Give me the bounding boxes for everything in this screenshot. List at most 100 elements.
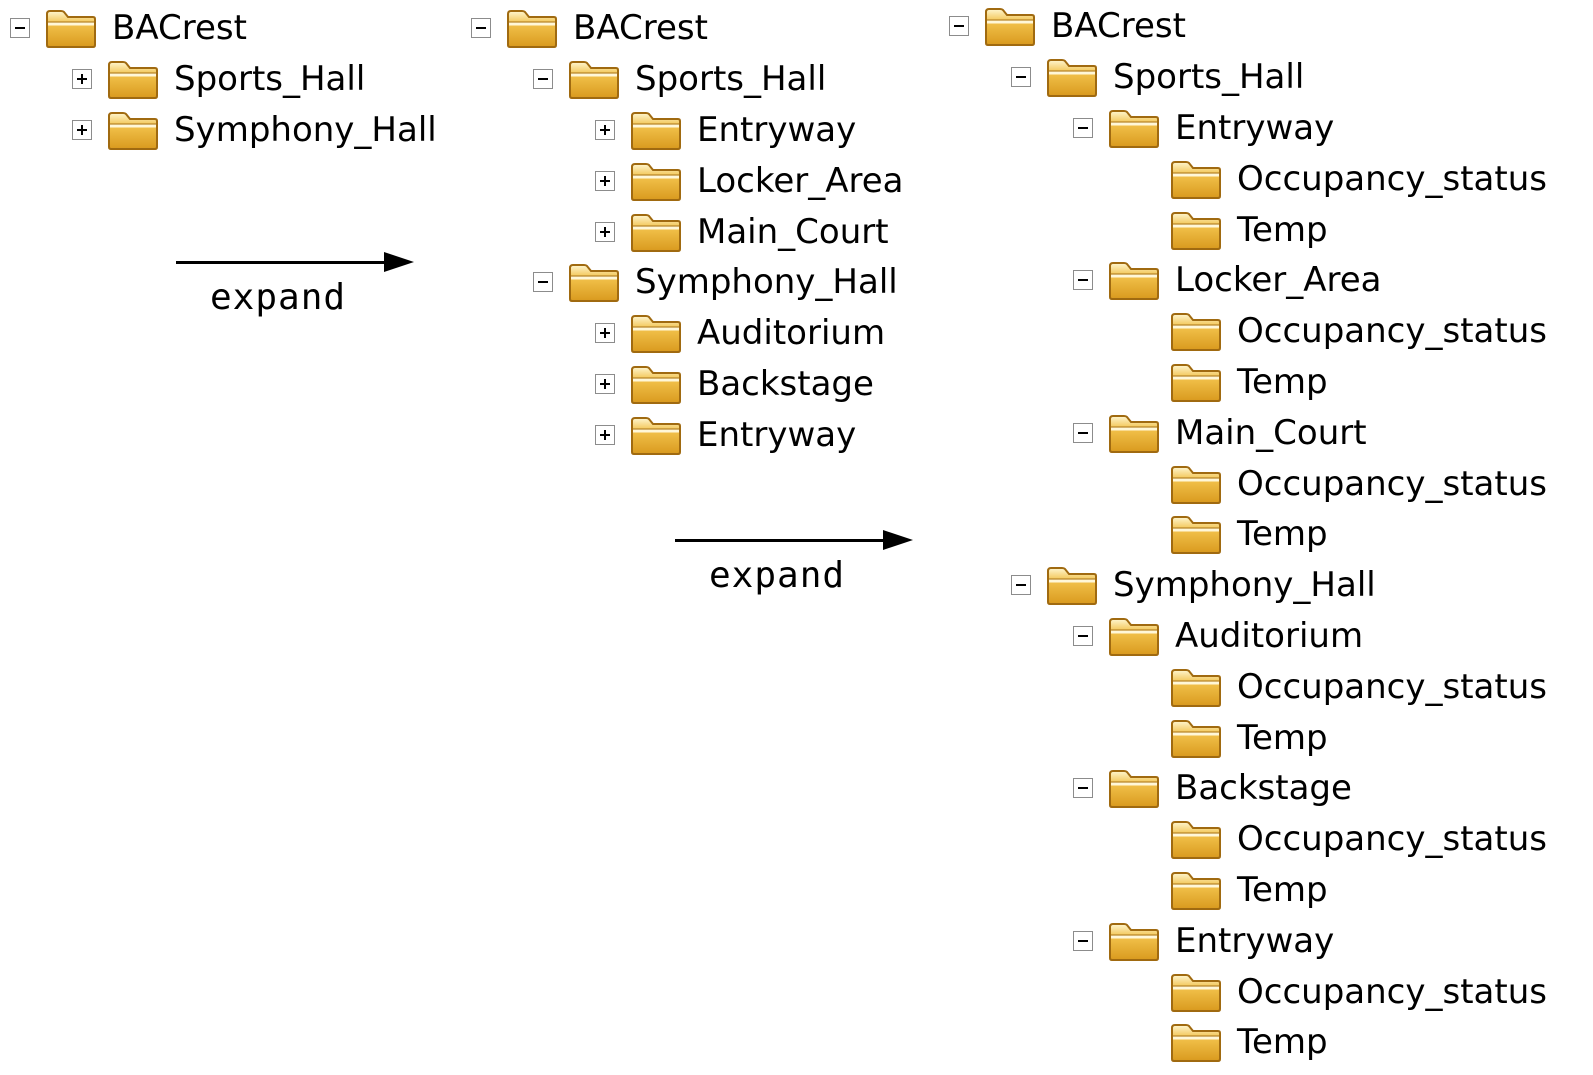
tree-node[interactable]: Sports_Hall <box>949 52 1547 103</box>
toggle-spacer <box>1135 982 1155 1002</box>
tree-node-label: BACrest <box>1051 6 1186 47</box>
tree-node[interactable]: Entryway <box>471 105 903 156</box>
plus-box-icon[interactable] <box>595 170 615 191</box>
folder-icon <box>1171 465 1221 504</box>
folder-icon <box>507 10 557 49</box>
tree-node-label: Temp <box>1237 1022 1328 1063</box>
tree-node-label: Backstage <box>1175 768 1352 809</box>
tree-node-label: Sports_Hall <box>174 59 366 100</box>
tree-node[interactable]: Occupancy_status <box>949 814 1547 865</box>
tree-view-fully-expanded: BACrest Sports_Hall Entryway Occupancy_stat… <box>949 1 1547 1068</box>
tree-node[interactable]: Entryway <box>949 103 1547 154</box>
tree-node-label: Temp <box>1237 361 1328 402</box>
tree-node[interactable]: Occupancy_status <box>949 661 1547 712</box>
tree-node[interactable]: Temp <box>949 204 1547 255</box>
tree-node[interactable]: Entryway <box>949 915 1547 966</box>
plus-box-icon[interactable] <box>72 119 92 140</box>
tree-node[interactable]: BACrest <box>471 3 903 54</box>
arrow-caption: expand <box>709 555 846 596</box>
minus-box-icon[interactable] <box>1011 67 1031 88</box>
minus-box-icon[interactable] <box>533 272 553 293</box>
tree-node[interactable]: Temp <box>949 712 1547 763</box>
folder-icon <box>1171 1024 1221 1063</box>
tree-node[interactable]: BACrest <box>10 3 437 54</box>
tree-node-label: Entryway <box>1175 920 1335 961</box>
minus-box-icon[interactable] <box>1073 930 1093 951</box>
tree-node-label: Entryway <box>697 414 857 455</box>
tree-node-label: Sports_Hall <box>1113 57 1305 98</box>
tree-node[interactable]: Temp <box>949 357 1547 408</box>
tree-node[interactable]: Occupancy_status <box>949 966 1547 1017</box>
folder-icon <box>631 416 681 455</box>
toggle-spacer <box>1135 728 1155 748</box>
folder-icon <box>569 61 619 100</box>
tree-node[interactable]: Entryway <box>471 409 903 460</box>
folder-icon <box>1171 719 1221 758</box>
toggle-spacer <box>1135 220 1155 240</box>
tree-node-label: Occupancy_status <box>1237 158 1547 199</box>
plus-box-icon[interactable] <box>595 221 615 242</box>
tree-node-label: Backstage <box>697 363 874 404</box>
plus-box-icon[interactable] <box>595 119 615 140</box>
folder-icon <box>1047 59 1097 98</box>
tree-node[interactable]: Main_Court <box>471 206 903 257</box>
plus-box-icon[interactable] <box>595 424 615 445</box>
toggle-spacer <box>1135 1032 1155 1052</box>
folder-icon <box>1171 821 1221 860</box>
minus-box-icon[interactable] <box>533 69 553 90</box>
tree-node[interactable]: Symphony_Hall <box>471 257 903 308</box>
tree-node[interactable]: BACrest <box>949 1 1547 52</box>
toggle-spacer <box>1135 829 1155 849</box>
tree-node[interactable]: Backstage <box>949 763 1547 814</box>
tree-node[interactable]: Auditorium <box>949 611 1547 662</box>
minus-box-icon[interactable] <box>471 18 491 39</box>
tree-node[interactable]: Auditorium <box>471 308 903 359</box>
folder-icon <box>1047 567 1097 606</box>
toggle-spacer <box>1135 524 1155 544</box>
tree-node[interactable]: Occupancy_status <box>949 153 1547 204</box>
tree-node[interactable]: Backstage <box>471 359 903 410</box>
plus-box-icon[interactable] <box>595 373 615 394</box>
minus-box-icon[interactable] <box>10 18 30 39</box>
folder-icon <box>631 315 681 354</box>
folder-icon <box>1109 262 1159 301</box>
tree-node[interactable]: Locker_Area <box>949 255 1547 306</box>
tree-node-label: Sports_Hall <box>635 59 827 100</box>
tree-node[interactable]: Symphony_Hall <box>949 560 1547 611</box>
minus-box-icon[interactable] <box>1073 117 1093 138</box>
toggle-spacer <box>1135 372 1155 392</box>
tree-node[interactable]: Temp <box>949 509 1547 560</box>
plus-box-icon[interactable] <box>72 69 92 90</box>
minus-box-icon[interactable] <box>1073 625 1093 646</box>
minus-box-icon[interactable] <box>949 16 969 37</box>
tree-node-label: Entryway <box>1175 107 1335 148</box>
minus-box-icon[interactable] <box>1073 778 1093 799</box>
arrow-caption: expand <box>210 277 347 318</box>
tree-node[interactable]: Occupancy_status <box>949 458 1547 509</box>
tree-node-label: Auditorium <box>1175 615 1364 656</box>
tree-node[interactable]: Temp <box>949 1017 1547 1068</box>
minus-box-icon[interactable] <box>1073 422 1093 443</box>
tree-node[interactable]: Occupancy_status <box>949 306 1547 357</box>
tree-node[interactable]: Temp <box>949 865 1547 916</box>
tree-node[interactable]: Sports_Hall <box>10 54 437 105</box>
folder-icon <box>1109 922 1159 961</box>
arrow-head-icon <box>883 530 913 550</box>
folder-icon <box>108 61 158 100</box>
folder-icon <box>1171 363 1221 402</box>
tree-node-label: Temp <box>1237 514 1328 555</box>
tree-node-label: Locker_Area <box>697 160 904 201</box>
plus-box-icon[interactable] <box>595 323 615 344</box>
folder-icon <box>1109 414 1159 453</box>
tree-node[interactable]: Locker_Area <box>471 155 903 206</box>
tree-node-label: Occupancy_status <box>1237 819 1547 860</box>
toggle-spacer <box>1135 677 1155 697</box>
tree-node-label: Entryway <box>697 109 857 150</box>
folder-icon <box>1171 871 1221 910</box>
minus-box-icon[interactable] <box>1073 270 1093 291</box>
tree-node[interactable]: Symphony_Hall <box>10 105 437 156</box>
minus-box-icon[interactable] <box>1011 575 1031 596</box>
tree-node[interactable]: Main_Court <box>949 407 1547 458</box>
tree-node[interactable]: Sports_Hall <box>471 54 903 105</box>
tree-node-label: Occupancy_status <box>1237 971 1547 1012</box>
